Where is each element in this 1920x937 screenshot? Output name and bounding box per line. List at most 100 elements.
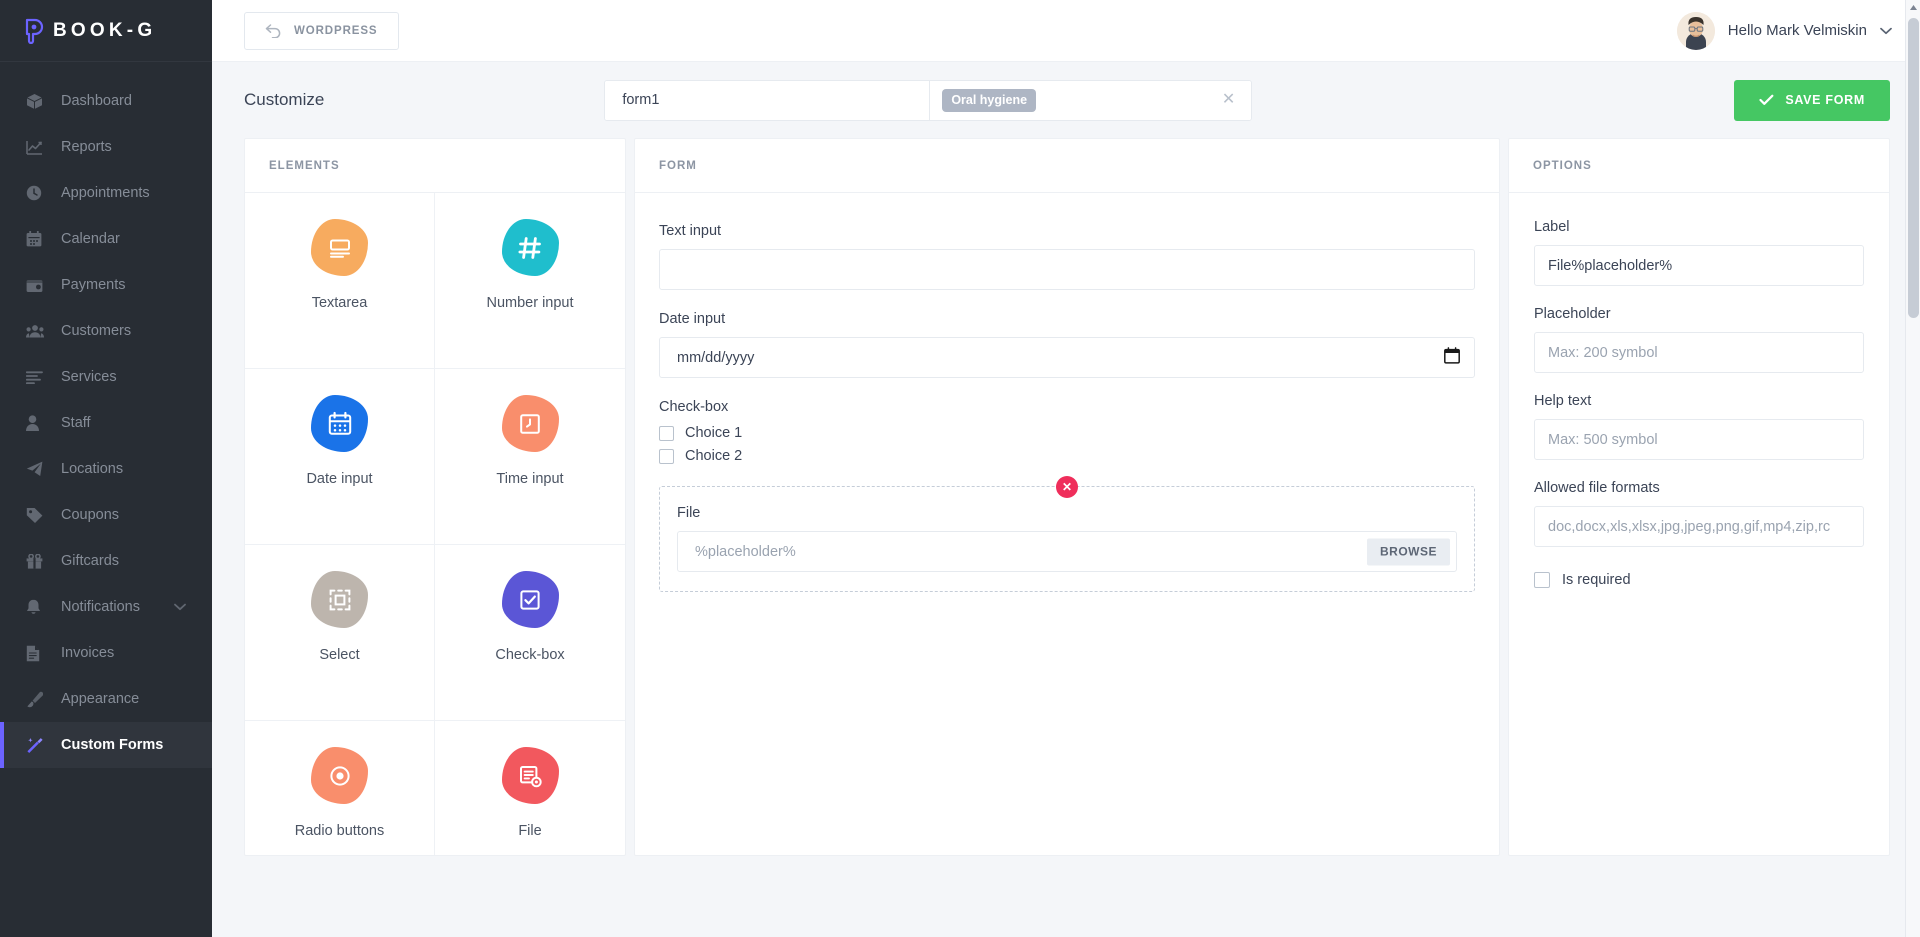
- sidebar-item-label: Calendar: [61, 231, 120, 247]
- element-tile-textarea[interactable]: Textarea: [245, 193, 435, 369]
- tags-input[interactable]: Oral hygiene ✕: [929, 81, 1251, 120]
- sidebar-item-label: Staff: [61, 415, 91, 431]
- scroll-up-arrow-icon[interactable]: [1906, 0, 1920, 15]
- sidebar-item-customers[interactable]: Customers: [0, 308, 212, 354]
- save-form-button[interactable]: SAVE FORM: [1734, 80, 1890, 121]
- form-panel-title: FORM: [635, 139, 1499, 193]
- chevron-down-icon[interactable]: [174, 603, 186, 611]
- sidebar-item-label: Invoices: [61, 645, 114, 661]
- brand-logo[interactable]: BOOK-G: [0, 0, 212, 62]
- element-tile-label: Check-box: [495, 647, 564, 663]
- option-label-field: Label: [1534, 219, 1864, 286]
- option-fileformats-field: Allowed file formats: [1534, 480, 1864, 547]
- date-input[interactable]: [659, 337, 1475, 378]
- sidebar-item-locations[interactable]: Locations: [0, 446, 212, 492]
- form-field-date: Date input: [659, 311, 1475, 378]
- textarea-icon: [311, 219, 368, 276]
- sidebar-item-services[interactable]: Services: [0, 354, 212, 400]
- sidebar-item-coupons[interactable]: Coupons: [0, 492, 212, 538]
- element-tile-time-input[interactable]: Time input: [435, 369, 625, 545]
- element-tile-select[interactable]: Select: [245, 545, 435, 721]
- checkbox-choice-2[interactable]: Choice 2: [659, 448, 1475, 464]
- elements-panel: ELEMENTS TextareaNumber inputDate inputT…: [244, 138, 626, 856]
- element-tile-date-input[interactable]: Date input: [245, 369, 435, 545]
- checkbox-icon[interactable]: [659, 449, 674, 464]
- checkbox-icon[interactable]: [659, 426, 674, 441]
- helptext-field-input[interactable]: [1534, 419, 1864, 460]
- element-tile-label: Date input: [306, 471, 372, 487]
- option-label-title: Label: [1534, 219, 1864, 235]
- elements-grid: Textarea Number input Date input Time input…: [245, 193, 625, 855]
- checkbox-choice-2-label: Choice 2: [685, 448, 742, 464]
- label-field-input[interactable]: [1534, 245, 1864, 286]
- sidebar-item-appearance[interactable]: Appearance: [0, 676, 212, 722]
- sidebar-item-calendar[interactable]: Calendar: [0, 216, 212, 262]
- sidebar-item-label: Appointments: [61, 185, 150, 201]
- wallet-icon: [26, 276, 48, 294]
- sidebar-item-reports[interactable]: Reports: [0, 124, 212, 170]
- sidebar-item-custom-forms[interactable]: Custom Forms: [0, 722, 212, 768]
- magic-wand-icon: [26, 736, 48, 754]
- chevron-down-icon[interactable]: [1880, 27, 1892, 35]
- tag-chip[interactable]: Oral hygiene: [942, 89, 1036, 112]
- browse-button[interactable]: BROWSE: [1367, 538, 1450, 565]
- element-tile-label: Time input: [496, 471, 563, 487]
- sidebar-item-payments[interactable]: Payments: [0, 262, 212, 308]
- scrollbar-thumb[interactable]: [1908, 18, 1919, 318]
- close-circle-icon[interactable]: ✕: [1056, 476, 1078, 498]
- page-header: Customize Oral hygiene ✕ SAVE FORM: [212, 62, 1920, 138]
- cube-icon: [26, 92, 48, 110]
- text-input-label: Text input: [659, 223, 1475, 239]
- form-field-checkbox: Check-box Choice 1 Choice 2: [659, 399, 1475, 464]
- date-input-wrapper: [659, 337, 1475, 378]
- sidebar-item-invoices[interactable]: Invoices: [0, 630, 212, 676]
- file-input[interactable]: [677, 531, 1457, 572]
- wordpress-back-button[interactable]: WORDPRESS: [244, 12, 399, 50]
- sidebar-item-label: Customers: [61, 323, 131, 339]
- save-form-label: SAVE FORM: [1785, 93, 1865, 107]
- element-tile-label: Radio buttons: [295, 823, 384, 839]
- sidebar-item-appointments[interactable]: Appointments: [0, 170, 212, 216]
- is-required-checkbox-row[interactable]: Is required: [1534, 572, 1864, 588]
- brand-name: BOOK-G: [53, 20, 156, 42]
- element-tile-file[interactable]: File: [435, 721, 625, 855]
- tag-icon: [26, 506, 48, 524]
- form-preview: Text input Date input: [635, 193, 1499, 855]
- user-menu[interactable]: Hello Mark Velmiskin: [1677, 12, 1892, 50]
- users-icon: [26, 322, 48, 340]
- form-panel: FORM Text input Date input: [634, 138, 1500, 856]
- placeholder-field-input[interactable]: [1534, 332, 1864, 373]
- sidebar-item-label: Reports: [61, 139, 112, 155]
- option-placeholder-field: Placeholder: [1534, 306, 1864, 373]
- element-tile-check-box[interactable]: Check-box: [435, 545, 625, 721]
- text-input[interactable]: [659, 249, 1475, 290]
- element-tile-number-input[interactable]: Number input: [435, 193, 625, 369]
- window-scrollbar[interactable]: [1905, 0, 1920, 937]
- elements-panel-title: ELEMENTS: [245, 139, 625, 193]
- sidebar-item-dashboard[interactable]: Dashboard: [0, 78, 212, 124]
- checkbox-group-label: Check-box: [659, 399, 1475, 415]
- element-tile-radio-buttons[interactable]: Radio buttons: [245, 721, 435, 855]
- user-greeting: Hello Mark Velmiskin: [1728, 22, 1867, 39]
- wordpress-back-label: WORDPRESS: [294, 25, 378, 37]
- sidebar-item-label: Coupons: [61, 507, 119, 523]
- form-field-file-selected[interactable]: ✕ File BROWSE: [659, 486, 1475, 592]
- option-fileformats-title: Allowed file formats: [1534, 480, 1864, 496]
- select-box-icon: [311, 571, 368, 628]
- form-field-text: Text input: [659, 223, 1475, 290]
- page-title: Customize: [244, 90, 324, 110]
- fileformats-field-input[interactable]: [1534, 506, 1864, 547]
- sidebar-item-giftcards[interactable]: Giftcards: [0, 538, 212, 584]
- checkbox-choice-1[interactable]: Choice 1: [659, 425, 1475, 441]
- close-icon[interactable]: ✕: [1222, 92, 1239, 108]
- sidebar-item-notifications[interactable]: Notifications: [0, 584, 212, 630]
- clock-square-icon: [502, 395, 559, 452]
- checkbox-icon[interactable]: [1534, 572, 1550, 588]
- sidebar-item-staff[interactable]: Staff: [0, 400, 212, 446]
- calendar-icon: [26, 230, 48, 248]
- check-icon: [1759, 94, 1774, 106]
- element-tile-label: Textarea: [312, 295, 368, 311]
- sidebar-item-label: Services: [61, 369, 117, 385]
- gift-icon: [26, 552, 48, 570]
- form-name-input[interactable]: [605, 81, 929, 120]
